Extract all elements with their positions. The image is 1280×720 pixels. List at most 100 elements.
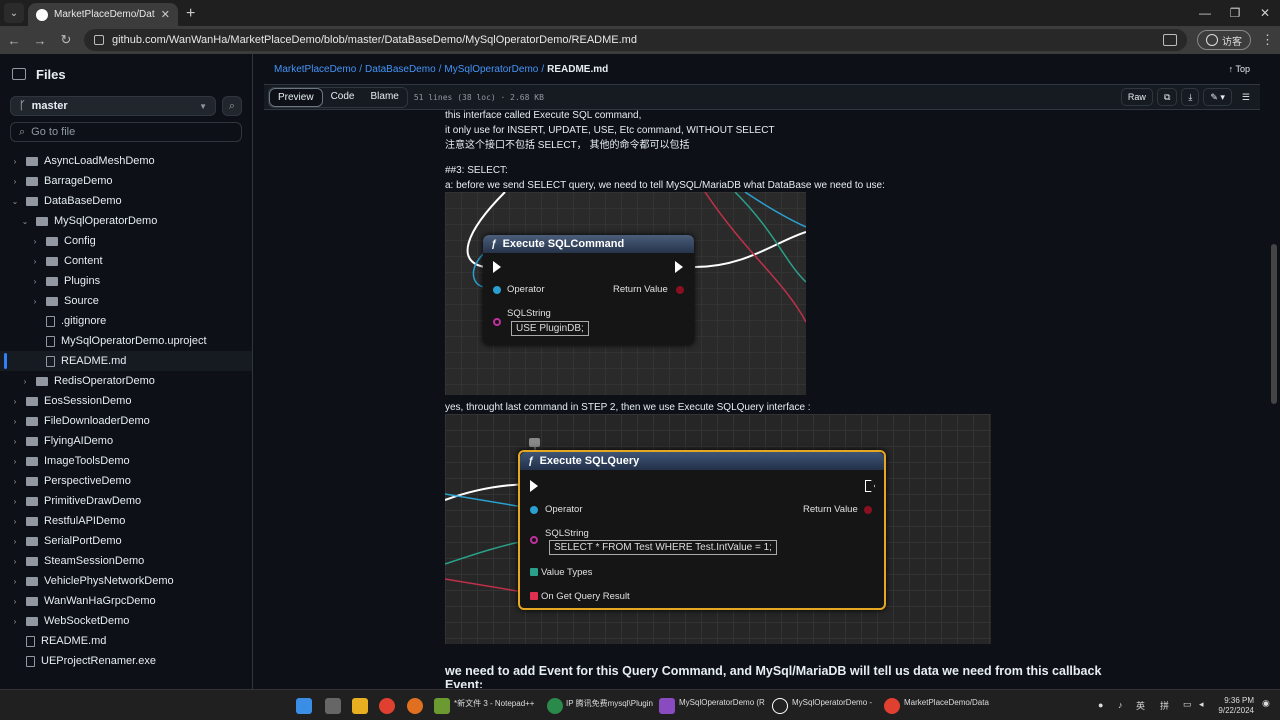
menu-icon[interactable]: ⋮: [1261, 32, 1274, 48]
task-view-icon[interactable]: [325, 698, 341, 714]
chevron-right-icon[interactable]: ›: [10, 577, 20, 586]
sidebar-item[interactable]: › Config: [0, 231, 252, 251]
wechat-icon[interactable]: ●: [1098, 700, 1103, 710]
tool-icon[interactable]: [547, 698, 563, 714]
sidebar-item[interactable]: › Plugins: [0, 271, 252, 291]
chevron-right-icon[interactable]: ›: [30, 257, 40, 266]
scrollbar-thumb[interactable]: [1271, 244, 1277, 404]
clock[interactable]: 9:36 PM 9/22/2024: [1218, 696, 1254, 716]
breadcrumb-link[interactable]: DataBaseDemo: [365, 64, 436, 75]
chevron-right-icon[interactable]: ›: [10, 617, 20, 626]
taskbar-app[interactable]: MarketPlaceDemo/Data: [904, 698, 989, 707]
close-tab-icon[interactable]: ✕: [161, 8, 170, 21]
chevron-right-icon[interactable]: ›: [30, 297, 40, 306]
sidebar-item[interactable]: MySqlOperatorDemo.uproject: [0, 331, 252, 351]
sidebar-item[interactable]: UEProjectRenamer.exe: [0, 651, 252, 671]
breadcrumb-link[interactable]: MySqlOperatorDemo: [444, 64, 538, 75]
site-info-icon[interactable]: [94, 35, 104, 45]
start-icon[interactable]: [296, 698, 312, 714]
sidebar-item[interactable]: ⌄ DataBaseDemo: [0, 191, 252, 211]
sidebar-item[interactable]: › AsyncLoadMeshDemo: [0, 151, 252, 171]
chevron-right-icon[interactable]: ›: [10, 517, 20, 526]
sidebar-item[interactable]: › PrimitiveDrawDemo: [0, 491, 252, 511]
sidebar-item[interactable]: › PerspectiveDemo: [0, 471, 252, 491]
maximize-icon[interactable]: ❐: [1220, 6, 1250, 20]
taskbar-app[interactable]: MySqlOperatorDemo (R: [679, 698, 765, 707]
breadcrumb-link[interactable]: MarketPlaceDemo: [274, 64, 356, 75]
sidebar-item[interactable]: › ImageToolsDemo: [0, 451, 252, 471]
close-window-icon[interactable]: ✕: [1250, 6, 1280, 20]
download-icon[interactable]: ⤓: [1181, 88, 1200, 106]
chrome-icon[interactable]: [379, 698, 395, 714]
sidebar-item[interactable]: › WanWanHaGrpcDemo: [0, 591, 252, 611]
unreal-icon[interactable]: [772, 698, 788, 714]
sidebar-item[interactable]: › FileDownloaderDemo: [0, 411, 252, 431]
outline-icon[interactable]: ☰: [1236, 88, 1256, 106]
forward-icon[interactable]: →: [32, 33, 48, 48]
visual-studio-icon[interactable]: [659, 698, 675, 714]
notification-icon[interactable]: ◉: [1262, 698, 1270, 709]
tab-preview[interactable]: Preview: [269, 87, 323, 107]
collapse-sidebar-icon[interactable]: [12, 68, 26, 80]
chevron-right-icon[interactable]: ›: [10, 597, 20, 606]
chevron-right-icon[interactable]: ›: [30, 237, 40, 246]
tab-blame[interactable]: Blame: [362, 88, 406, 107]
taskbar-app[interactable]: IP 腾讯免费mysql\Plugin: [566, 698, 653, 709]
chevron-right-icon[interactable]: ›: [10, 557, 20, 566]
raw-button[interactable]: Raw: [1120, 88, 1153, 106]
mic-icon[interactable]: ♪: [1118, 700, 1123, 710]
browser-tab[interactable]: MarketPlaceDemo/DataBaseDe ✕: [28, 3, 178, 26]
go-to-file-input[interactable]: ⌕ Go to file: [10, 122, 242, 142]
profile-button[interactable]: 访客: [1197, 30, 1251, 50]
chevron-right-icon[interactable]: ›: [10, 477, 20, 486]
top-button[interactable]: ↑ Top: [1229, 64, 1250, 74]
chevron-right-icon[interactable]: ›: [20, 377, 30, 386]
ime-mode[interactable]: 拼: [1160, 699, 1169, 712]
sidebar-item[interactable]: › Source: [0, 291, 252, 311]
sidebar-item[interactable]: README.md: [0, 351, 252, 371]
tab-code[interactable]: Code: [323, 88, 363, 107]
sidebar-item[interactable]: › RedisOperatorDemo: [0, 371, 252, 391]
ime-indicator[interactable]: 英: [1136, 699, 1145, 712]
new-tab-icon[interactable]: +: [186, 5, 195, 23]
sidebar-item[interactable]: README.md: [0, 631, 252, 651]
sidebar-item[interactable]: › SerialPortDemo: [0, 531, 252, 551]
chevron-right-icon[interactable]: ›: [10, 537, 20, 546]
chevron-down-icon[interactable]: ⌄: [10, 197, 20, 206]
chevron-down-icon[interactable]: ⌄: [20, 217, 30, 226]
sidebar-item[interactable]: › WebSocketDemo: [0, 611, 252, 631]
file-explorer-icon[interactable]: [352, 698, 368, 714]
page-scrollbar[interactable]: [1268, 54, 1280, 689]
back-icon[interactable]: ←: [6, 33, 22, 48]
network-icon[interactable]: ▭: [1183, 699, 1192, 710]
search-button[interactable]: ⌕: [222, 96, 242, 116]
volume-icon[interactable]: ◂: [1199, 699, 1204, 710]
chevron-right-icon[interactable]: ›: [10, 157, 20, 166]
branch-selector[interactable]: ᚴ master ▼: [10, 96, 216, 116]
chevron-right-icon[interactable]: ›: [30, 277, 40, 286]
chevron-right-icon[interactable]: ›: [10, 437, 20, 446]
taskbar-app[interactable]: MySqlOperatorDemo -: [792, 698, 872, 707]
reload-icon[interactable]: ↻: [58, 32, 74, 48]
taskbar-app[interactable]: *新文件 3 - Notepad++: [454, 698, 534, 709]
edit-icon[interactable]: ✎ ▾: [1203, 88, 1232, 106]
sidebar-item[interactable]: › EosSessionDemo: [0, 391, 252, 411]
sidebar-item[interactable]: › FlyingAIDemo: [0, 431, 252, 451]
search-app-icon[interactable]: [407, 698, 423, 714]
sidebar-item[interactable]: › RestfulAPIDemo: [0, 511, 252, 531]
tab-search-icon[interactable]: ⌄: [4, 3, 24, 23]
sidebar-item[interactable]: › Content: [0, 251, 252, 271]
url-field[interactable]: github.com/WanWanHa/MarketPlaceDemo/blob…: [84, 29, 1187, 51]
chevron-right-icon[interactable]: ›: [10, 177, 20, 186]
copy-icon[interactable]: ⧉: [1156, 88, 1178, 106]
chevron-right-icon[interactable]: ›: [10, 397, 20, 406]
chrome-icon[interactable]: [884, 698, 900, 714]
sidebar-item[interactable]: › BarrageDemo: [0, 171, 252, 191]
sidebar-item[interactable]: .gitignore: [0, 311, 252, 331]
translate-icon[interactable]: [1163, 34, 1177, 46]
sidebar-item[interactable]: › SteamSessionDemo: [0, 551, 252, 571]
chevron-right-icon[interactable]: ›: [10, 497, 20, 506]
sidebar-item[interactable]: › VehiclePhysNetworkDemo: [0, 571, 252, 591]
notepadpp-icon[interactable]: [434, 698, 450, 714]
minimize-icon[interactable]: —: [1190, 6, 1220, 20]
